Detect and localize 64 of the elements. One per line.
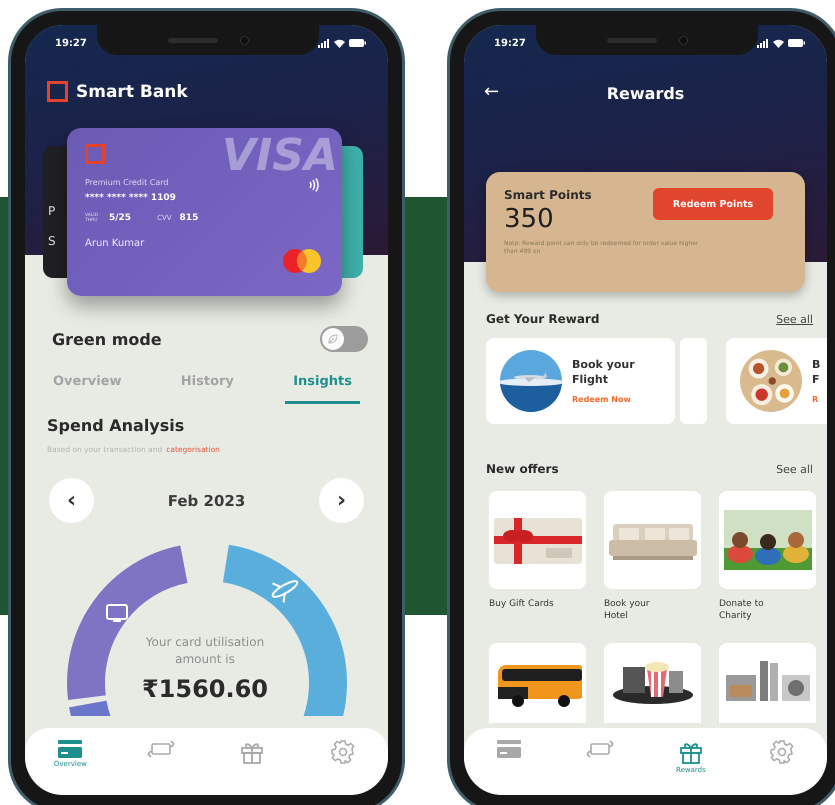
offer-tile[interactable] bbox=[604, 643, 701, 724]
month-label: Feb 2023 bbox=[168, 492, 246, 510]
signal-icon bbox=[318, 38, 330, 48]
section-title: Spend Analysis bbox=[47, 416, 186, 435]
contactless-icon bbox=[308, 178, 320, 192]
offer-tile[interactable] bbox=[489, 491, 586, 589]
offer-label: Donate to Charity bbox=[719, 599, 765, 622]
settings-icon bbox=[330, 740, 355, 764]
wifi-icon bbox=[773, 38, 784, 48]
screen-title: Rewards bbox=[606, 84, 684, 102]
settings-icon bbox=[770, 740, 794, 764]
status-time: 19:27 bbox=[55, 38, 87, 48]
reward-card[interactable]: Book your Flight Redeem Now bbox=[486, 338, 675, 424]
section-title: Get Your Reward bbox=[486, 312, 600, 326]
offer-tile[interactable] bbox=[719, 491, 816, 589]
tab[interactable]: Overview bbox=[45, 372, 130, 404]
logo-icon bbox=[85, 144, 105, 164]
offer-tile[interactable] bbox=[719, 643, 816, 724]
offer-label: Buy Gift Cards bbox=[489, 599, 555, 611]
battery-icon bbox=[788, 39, 805, 47]
offer-tile[interactable] bbox=[604, 491, 701, 589]
redeem-points-button[interactable]: Redeem Points bbox=[653, 188, 773, 220]
card-number: **** **** **** 1109 bbox=[85, 193, 177, 203]
status-time: 19:27 bbox=[494, 38, 526, 48]
mode-label: Green mode bbox=[52, 330, 162, 348]
see-all-link[interactable]: See all bbox=[776, 463, 813, 476]
mode-toggle[interactable] bbox=[320, 326, 368, 352]
monitor-icon bbox=[106, 604, 128, 622]
reward-title: Book your Flight bbox=[572, 358, 635, 388]
tab[interactable]: History bbox=[172, 372, 242, 404]
back-button[interactable]: ← bbox=[484, 81, 500, 102]
reward-card[interactable]: B F R bbox=[726, 338, 827, 424]
battery-icon bbox=[349, 39, 366, 47]
card-text: S bbox=[48, 234, 56, 248]
offer-label: Book your Hotel bbox=[604, 599, 650, 622]
utilisation-caption: Your card utilisation amount is bbox=[144, 634, 266, 668]
card-cvv: 815 bbox=[180, 213, 198, 224]
card-text: P bbox=[48, 204, 56, 218]
transfer-icon bbox=[146, 740, 176, 758]
card-title: Premium Credit Card bbox=[85, 178, 168, 187]
card-network-logo: VISA bbox=[222, 130, 338, 181]
transfer-icon bbox=[585, 740, 616, 758]
section-title: New offers bbox=[486, 462, 559, 476]
offer-tile[interactable] bbox=[489, 643, 586, 724]
redeem-link[interactable]: Redeem Now bbox=[572, 395, 635, 404]
utilisation-amount: ₹1560.60 bbox=[140, 674, 269, 703]
signal-icon bbox=[757, 38, 769, 48]
points-label: Smart Points bbox=[504, 188, 593, 202]
leaf-icon bbox=[327, 333, 339, 345]
brand-name: Smart Bank bbox=[76, 82, 188, 102]
previous-month-button[interactable]: ‹ bbox=[49, 478, 94, 523]
next-month-button[interactable]: › bbox=[319, 478, 364, 523]
tab[interactable]: Insights bbox=[285, 372, 360, 404]
mastercard-icon bbox=[282, 248, 322, 274]
logo-icon bbox=[47, 81, 68, 102]
card-icon bbox=[497, 740, 522, 758]
card-expiry: 5/25 bbox=[109, 213, 132, 224]
card-icon bbox=[58, 740, 82, 758]
redeem-link[interactable]: R bbox=[812, 395, 820, 404]
reward-title: B F bbox=[812, 358, 820, 388]
see-all-link[interactable]: See all bbox=[776, 313, 813, 326]
points-value: 350 bbox=[504, 204, 555, 234]
card-holder: Arun Kumar bbox=[85, 238, 146, 249]
wifi-icon bbox=[334, 38, 345, 48]
